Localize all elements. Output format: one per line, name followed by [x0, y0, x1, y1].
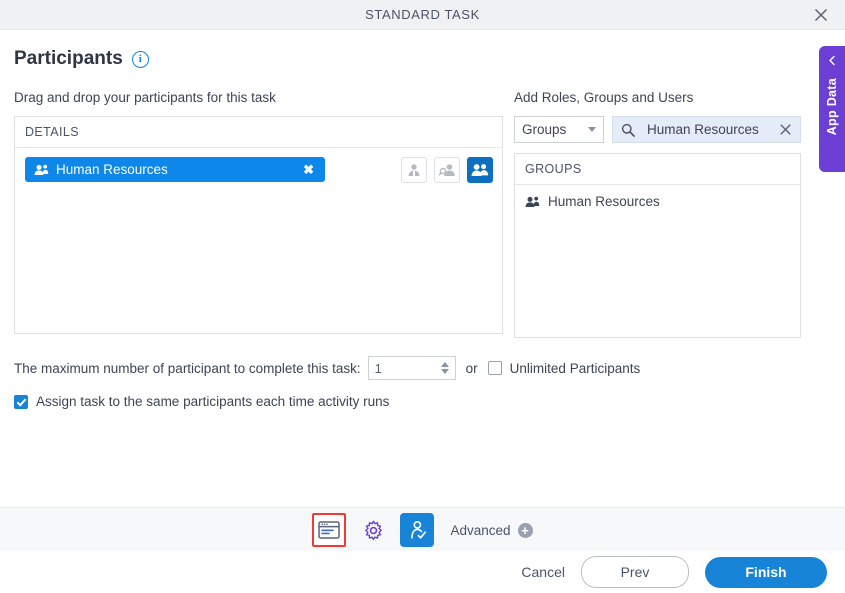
advanced-label: Advanced: [450, 522, 511, 538]
prev-button[interactable]: Prev: [581, 556, 689, 588]
page-title-row: Participants i: [14, 30, 831, 70]
stepper-up-icon[interactable]: [440, 362, 449, 367]
list-item-label: Human Resources: [548, 194, 660, 209]
roles-filter-button[interactable]: [401, 157, 427, 183]
groups-panel-header: GROUPS: [515, 154, 800, 185]
users-filter-button[interactable]: [434, 157, 460, 183]
assign-same-participants-label: Assign task to the same participants eac…: [36, 394, 390, 409]
unlimited-participants-checkbox[interactable]: [487, 361, 502, 375]
participant-type-select[interactable]: Groups: [514, 116, 604, 143]
groups-panel-body: Human Resources: [515, 185, 800, 337]
bottom-toolbar: Advanced +: [0, 507, 845, 552]
form-icon: [318, 520, 341, 540]
form-builder-button[interactable]: [312, 513, 347, 547]
search-icon: [621, 123, 635, 137]
participants-button[interactable]: [400, 513, 435, 547]
selected-participants-column: Drag and drop your participants for this…: [14, 90, 503, 338]
plus-circle-icon[interactable]: +: [517, 522, 533, 538]
or-label: or: [465, 360, 478, 376]
advanced-toggle[interactable]: Advanced +: [450, 522, 533, 538]
unlimited-participants-label: Unlimited Participants: [509, 360, 641, 376]
stepper-down-icon[interactable]: [440, 369, 449, 374]
groups-filter-button[interactable]: [467, 157, 493, 183]
dialog-content: Participants i Drag and drop your partic…: [0, 30, 845, 508]
participants-icon: [406, 520, 428, 540]
search-row: Groups Human Resources: [514, 116, 801, 143]
drag-drop-instruction: Drag and drop your participants for this…: [14, 90, 276, 105]
clear-search-icon[interactable]: [779, 123, 792, 136]
search-field[interactable]: Human Resources: [612, 116, 801, 143]
dialog-footer: Cancel Prev Finish: [0, 551, 845, 593]
chip-remove-icon[interactable]: ✖: [301, 162, 316, 178]
search-input-value[interactable]: Human Resources: [647, 122, 771, 137]
unlimited-participants-row[interactable]: Unlimited Participants: [487, 360, 641, 376]
stepper-arrows: [440, 362, 455, 374]
participants-columns: Drag and drop your participants for this…: [14, 90, 831, 338]
groups-results-panel: GROUPS Human Resources: [514, 153, 801, 338]
page-title: Participants: [14, 48, 123, 69]
gear-icon: [363, 520, 384, 541]
details-panel: DETAILS Human Resources ✖: [14, 116, 503, 334]
info-icon[interactable]: i: [131, 50, 149, 68]
participant-chip-label: Human Resources: [56, 162, 168, 177]
window-titlebar: STANDARD TASK: [0, 0, 845, 30]
chevron-left-icon: [827, 55, 838, 66]
assign-same-participants-row[interactable]: Assign task to the same participants eac…: [14, 394, 831, 409]
app-data-tab[interactable]: App Data: [819, 46, 845, 172]
window-title: STANDARD TASK: [365, 7, 480, 22]
group-icon: [34, 164, 49, 176]
add-participants-column: Add Roles, Groups and Users Groups Human…: [514, 90, 801, 338]
settings-button[interactable]: [356, 513, 390, 547]
close-icon[interactable]: [809, 3, 833, 27]
max-participants-value[interactable]: 1: [369, 361, 441, 376]
add-roles-instruction: Add Roles, Groups and Users: [514, 90, 694, 105]
assign-same-participants-checkbox[interactable]: [14, 394, 28, 409]
participant-type-select-value: Groups: [522, 122, 567, 137]
max-participants-row: The maximum number of participant to com…: [14, 356, 831, 380]
details-panel-body[interactable]: Human Resources ✖: [15, 148, 502, 333]
participant-type-filters: [401, 157, 493, 183]
list-item[interactable]: Human Resources: [515, 185, 800, 218]
app-data-label: App Data: [825, 78, 839, 136]
group-icon: [525, 196, 540, 208]
details-panel-header: DETAILS: [15, 117, 502, 148]
cancel-button[interactable]: Cancel: [521, 564, 565, 580]
max-participants-stepper[interactable]: 1: [367, 356, 456, 380]
participant-chip-human-resources[interactable]: Human Resources ✖: [25, 157, 325, 182]
chevron-down-icon: [588, 127, 596, 132]
finish-button[interactable]: Finish: [705, 556, 827, 588]
max-participants-label: The maximum number of participant to com…: [14, 360, 361, 376]
